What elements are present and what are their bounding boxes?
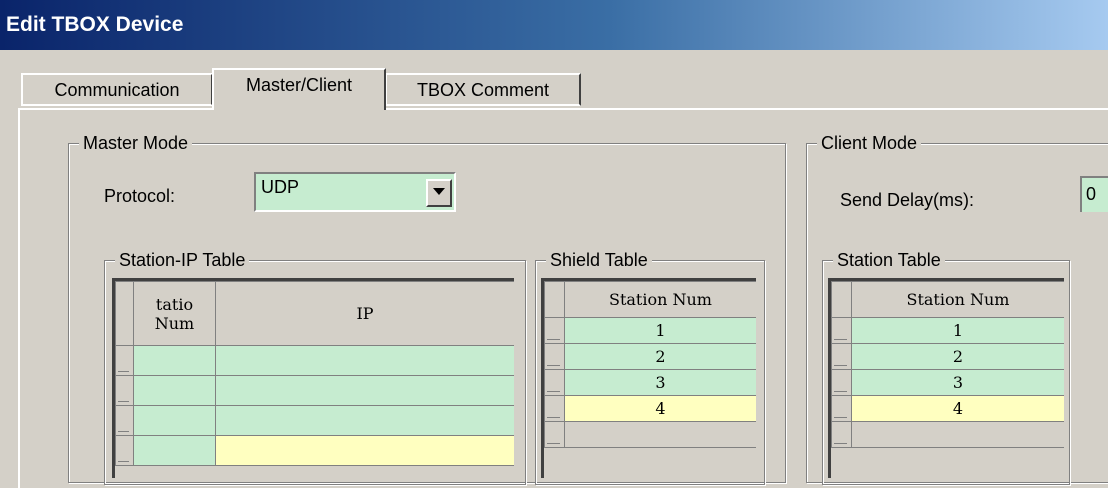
row-header-corner <box>831 281 852 318</box>
station-cell[interactable] <box>133 345 216 376</box>
table-row[interactable]: 1 <box>544 317 756 344</box>
station-num-cell[interactable]: 2 <box>564 343 756 370</box>
table-row[interactable]: 3 <box>831 369 1064 396</box>
row-header[interactable] <box>831 369 852 396</box>
column-header-station-num[interactable]: tatio Num <box>133 281 216 346</box>
station-ip-table-label: Station-IP Table <box>115 248 250 272</box>
send-delay-label: Send Delay(ms): <box>840 190 975 210</box>
tab-master-client[interactable]: Master/Client <box>212 68 386 110</box>
table-row[interactable] <box>544 421 756 448</box>
row-header-corner <box>544 281 565 318</box>
client-mode-label: Client Mode <box>817 131 922 155</box>
row-header[interactable] <box>831 343 852 370</box>
table-row[interactable]: 3 <box>544 369 756 396</box>
row-header[interactable] <box>544 317 565 344</box>
table-row[interactable]: 4 <box>831 395 1064 422</box>
station-num-cell[interactable]: 2 <box>851 343 1064 370</box>
row-header[interactable] <box>544 369 565 396</box>
column-header-ip[interactable]: IP <box>215 281 514 346</box>
station-num-cell[interactable] <box>564 421 756 448</box>
station-cell[interactable] <box>133 405 216 436</box>
shield-table-label: Shield Table <box>546 248 652 272</box>
protocol-select-value: UDP <box>261 177 300 197</box>
tab-tbox-comment[interactable]: TBOX Comment <box>385 73 581 106</box>
row-header[interactable] <box>544 421 565 448</box>
ip-cell[interactable] <box>215 435 514 466</box>
station-num-cell[interactable]: 3 <box>564 369 756 396</box>
table-row[interactable] <box>115 435 514 466</box>
table-row[interactable] <box>115 405 514 436</box>
table-row[interactable] <box>115 375 514 406</box>
station-num-cell[interactable]: 4 <box>851 395 1064 422</box>
station-num-cell[interactable]: 1 <box>851 317 1064 344</box>
row-header-corner <box>115 281 134 346</box>
station-num-cell[interactable]: 3 <box>851 369 1064 396</box>
chevron-down-icon[interactable] <box>426 179 452 207</box>
row-header[interactable] <box>544 395 565 422</box>
row-header[interactable] <box>831 421 852 448</box>
station-num-cell[interactable] <box>851 421 1064 448</box>
column-header-station-num[interactable]: Station Num <box>564 281 756 318</box>
row-header[interactable] <box>115 405 134 436</box>
row-header[interactable] <box>831 395 852 422</box>
table-row[interactable] <box>115 345 514 376</box>
row-header[interactable] <box>831 317 852 344</box>
send-delay-input[interactable]: 0 <box>1080 176 1108 212</box>
master-mode-label: Master Mode <box>79 131 193 155</box>
station-ip-grid[interactable]: tatio Num IP <box>112 278 514 478</box>
table-row[interactable]: 2 <box>831 343 1064 370</box>
table-row[interactable] <box>831 421 1064 448</box>
ip-cell[interactable] <box>215 345 514 376</box>
protocol-select[interactable]: UDP <box>254 172 456 212</box>
tab-communication[interactable]: Communication <box>21 73 213 106</box>
row-header[interactable] <box>115 435 134 466</box>
protocol-label: Protocol: <box>104 186 176 206</box>
row-header[interactable] <box>115 375 134 406</box>
station-num-cell[interactable]: 1 <box>564 317 756 344</box>
station-cell[interactable] <box>133 435 216 466</box>
table-row[interactable]: 2 <box>544 343 756 370</box>
table-row[interactable]: 4 <box>544 395 756 422</box>
ip-cell[interactable] <box>215 405 514 436</box>
shield-grid[interactable]: Station Num 1 2 3 4 <box>541 278 756 478</box>
row-header[interactable] <box>115 345 134 376</box>
station-table-label: Station Table <box>833 248 945 272</box>
ip-cell[interactable] <box>215 375 514 406</box>
table-row[interactable]: 1 <box>831 317 1064 344</box>
column-header-station-num[interactable]: Station Num <box>851 281 1064 318</box>
station-num-cell[interactable]: 4 <box>564 395 756 422</box>
station-grid[interactable]: Station Num 1 2 3 4 <box>828 278 1064 478</box>
window-title: Edit TBOX Device <box>0 0 1108 50</box>
tab-strip: Communication Master/Client TBOX Comment <box>0 50 1108 110</box>
row-header[interactable] <box>544 343 565 370</box>
station-cell[interactable] <box>133 375 216 406</box>
